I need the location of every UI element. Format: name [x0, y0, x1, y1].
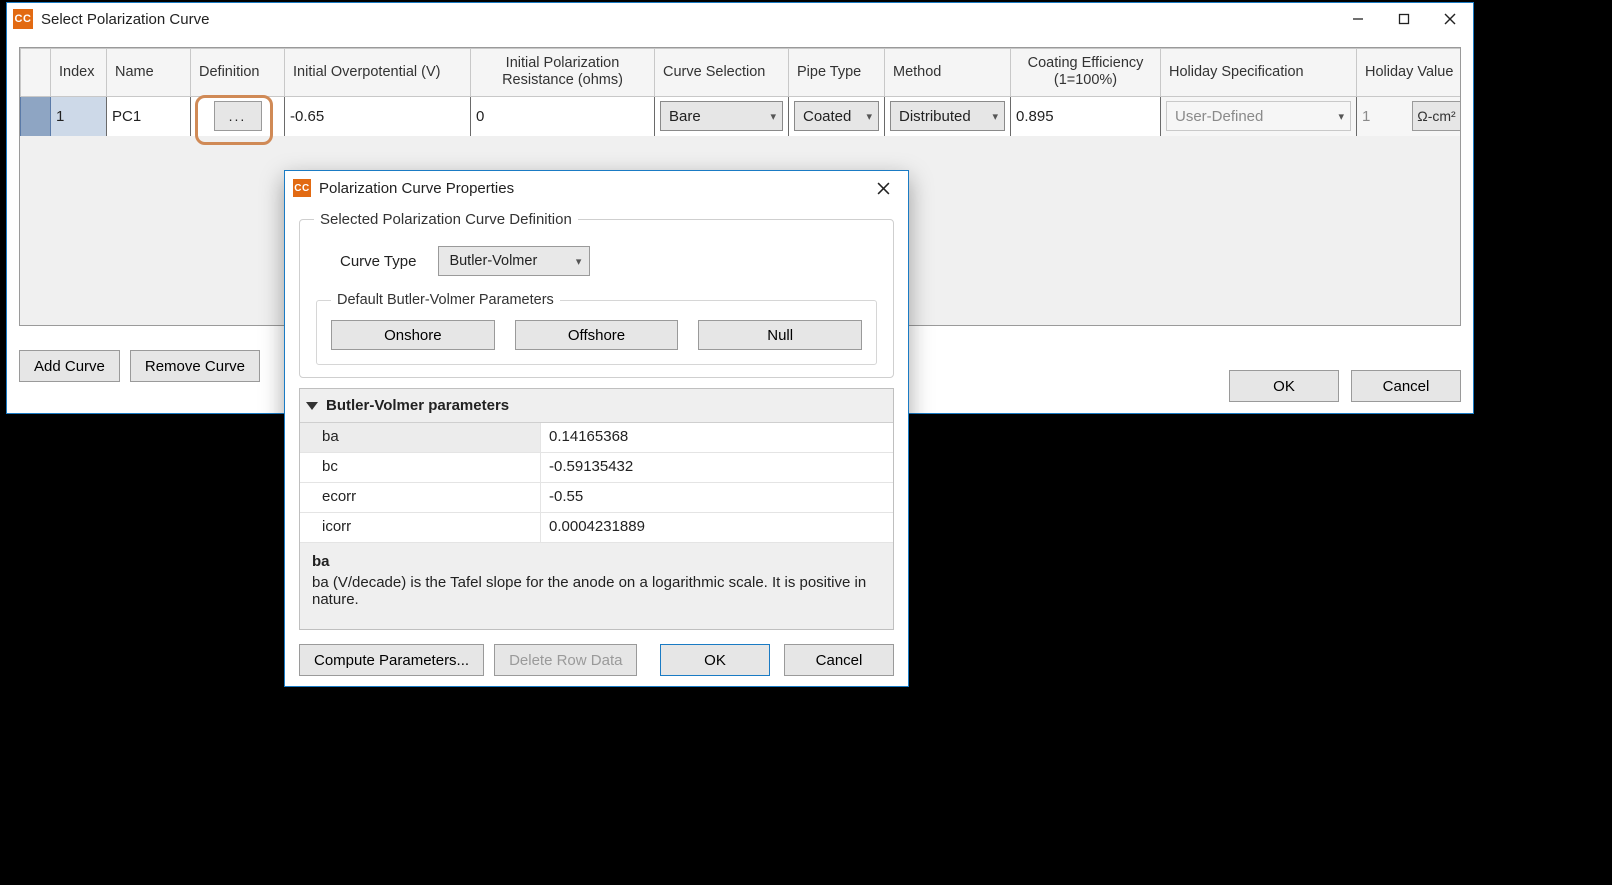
add-curve-button[interactable]: Add Curve [19, 350, 120, 382]
property-row-icorr[interactable]: icorr 0.0004231889 [300, 513, 893, 543]
remove-curve-button[interactable]: Remove Curve [130, 350, 260, 382]
col-init-pol-res[interactable]: Initial Polarization Resistance (ohms) [471, 49, 655, 97]
chevron-down-icon: ▾ [770, 110, 776, 123]
curve-type-label: Curve Type [340, 253, 416, 270]
property-category-label: Butler-Volmer parameters [326, 397, 509, 414]
property-grid-header[interactable]: Butler-Volmer parameters [300, 389, 893, 423]
property-name: bc [300, 453, 540, 482]
chevron-down-icon: ▾ [992, 110, 998, 123]
definition-group: Selected Polarization Curve Definition C… [299, 211, 894, 378]
dialog-ok-button[interactable]: OK [660, 644, 770, 676]
cell-holiday-spec: User-Defined ▾ [1161, 96, 1357, 136]
curve-selection-value: Bare [669, 108, 701, 125]
defaults-group-label: Default Butler-Volmer Parameters [331, 292, 560, 308]
ok-button[interactable]: OK [1229, 370, 1339, 402]
property-grid[interactable]: Butler-Volmer parameters ba 0.14165368 b… [299, 388, 894, 630]
curve-selection-dropdown[interactable]: Bare ▾ [660, 101, 783, 131]
property-name: icorr [300, 513, 540, 542]
cell-name[interactable]: PC1 [107, 96, 191, 136]
parent-titlebar: CC Select Polarization Curve [7, 3, 1473, 35]
dialog-titlebar: CC Polarization Curve Properties [285, 171, 908, 205]
polarization-curve-properties-dialog: CC Polarization Curve Properties Selecte… [284, 170, 909, 687]
close-button[interactable] [1427, 4, 1473, 34]
row-header[interactable] [21, 96, 51, 136]
property-row-ecorr[interactable]: ecorr -0.55 [300, 483, 893, 513]
minimize-button[interactable] [1335, 4, 1381, 34]
cell-definition: ... [191, 96, 285, 136]
delete-row-data-button: Delete Row Data [494, 644, 637, 676]
col-holiday-value[interactable]: Holiday Value [1357, 49, 1462, 97]
col-holiday-spec[interactable]: Holiday Specification [1161, 49, 1357, 97]
property-value[interactable]: -0.55 [540, 483, 893, 512]
cancel-button[interactable]: Cancel [1351, 370, 1461, 402]
curve-type-value: Butler-Volmer [449, 253, 537, 269]
offshore-button[interactable]: Offshore [515, 320, 679, 350]
cell-coating-eff[interactable]: 0.895 [1011, 96, 1161, 136]
property-row-ba[interactable]: ba 0.14165368 [300, 423, 893, 453]
holiday-spec-value: User-Defined [1175, 108, 1263, 125]
definition-group-label: Selected Polarization Curve Definition [314, 211, 578, 228]
table-row[interactable]: 1 PC1 ... -0.65 0 Bare ▾ [21, 96, 1462, 136]
holiday-spec-dropdown: User-Defined ▾ [1166, 101, 1351, 131]
dialog-bottom-row: Compute Parameters... Delete Row Data OK… [299, 644, 894, 676]
curve-table[interactable]: Index Name Definition Initial Overpotent… [20, 48, 1461, 137]
chevron-down-icon: ▾ [866, 110, 872, 123]
null-button[interactable]: Null [698, 320, 862, 350]
method-value: Distributed [899, 108, 971, 125]
curve-type-dropdown[interactable]: Butler-Volmer ▾ [438, 246, 590, 276]
disclosure-triangle-icon[interactable] [306, 402, 318, 410]
cell-index[interactable]: 1 [51, 96, 107, 136]
method-dropdown[interactable]: Distributed ▾ [890, 101, 1005, 131]
description-header: ba [312, 553, 881, 570]
pipe-type-value: Coated [803, 108, 851, 125]
holiday-value: 1 [1362, 108, 1408, 125]
property-value[interactable]: -0.59135432 [540, 453, 893, 482]
cell-pipe-type: Coated ▾ [789, 96, 885, 136]
cell-curve-selection: Bare ▾ [655, 96, 789, 136]
col-pipe-type[interactable]: Pipe Type [789, 49, 885, 97]
dialog-title: Polarization Curve Properties [319, 180, 514, 197]
maximize-button[interactable] [1381, 4, 1427, 34]
property-description-pane: ba ba (V/decade) is the Tafel slope for … [300, 543, 893, 629]
table-header-row: Index Name Definition Initial Overpotent… [21, 49, 1462, 97]
definition-ellipsis-button[interactable]: ... [214, 101, 262, 131]
col-init-overpotential[interactable]: Initial Overpotential (V) [285, 49, 471, 97]
cell-method: Distributed ▾ [885, 96, 1011, 136]
description-body: ba (V/decade) is the Tafel slope for the… [312, 574, 881, 608]
cell-init-pol-res[interactable]: 0 [471, 96, 655, 136]
chevron-down-icon: ▾ [1338, 110, 1344, 123]
property-name: ecorr [300, 483, 540, 512]
cell-holiday-value: 1 Ω-cm² [1357, 96, 1462, 136]
holiday-unit-label: Ω-cm² [1412, 101, 1461, 131]
cell-init-overpotential[interactable]: -0.65 [285, 96, 471, 136]
defaults-group: Default Butler-Volmer Parameters Onshore… [316, 292, 877, 365]
pipe-type-dropdown[interactable]: Coated ▾ [794, 101, 879, 131]
col-definition[interactable]: Definition [191, 49, 285, 97]
window-title: Select Polarization Curve [41, 11, 209, 28]
col-method[interactable]: Method [885, 49, 1011, 97]
chevron-down-icon: ▾ [576, 255, 582, 268]
property-row-bc[interactable]: bc -0.59135432 [300, 453, 893, 483]
app-icon: CC [13, 9, 33, 29]
col-index[interactable]: Index [51, 49, 107, 97]
dialog-close-button[interactable] [862, 174, 904, 202]
app-icon: CC [293, 179, 311, 197]
compute-parameters-button[interactable]: Compute Parameters... [299, 644, 484, 676]
col-curve-selection[interactable]: Curve Selection [655, 49, 789, 97]
onshore-button[interactable]: Onshore [331, 320, 495, 350]
property-name: ba [300, 423, 540, 452]
property-value[interactable]: 0.14165368 [540, 423, 893, 452]
col-name[interactable]: Name [107, 49, 191, 97]
dialog-cancel-button[interactable]: Cancel [784, 644, 894, 676]
property-value[interactable]: 0.0004231889 [540, 513, 893, 542]
col-coating-eff[interactable]: Coating Efficiency (1=100%) [1011, 49, 1161, 97]
